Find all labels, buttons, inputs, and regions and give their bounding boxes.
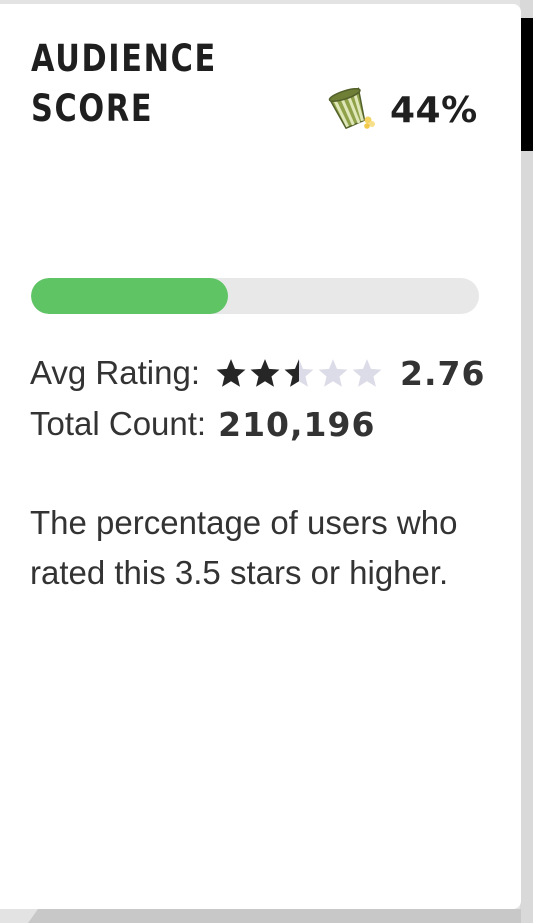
bottom-edge: [28, 909, 521, 923]
avg-rating-label: Avg Rating:: [30, 354, 200, 391]
page: AUDIENCE SCORE 44% Avg Rating: 2.76 Tota…: [0, 0, 533, 923]
star-icon: [216, 358, 246, 387]
star-icon: [352, 358, 382, 387]
spilled-popcorn-bucket-icon: [328, 87, 375, 130]
total-count-row: Total Count: 210,196: [30, 402, 375, 446]
score-progress-bar: [31, 278, 479, 314]
audience-score-title: AUDIENCE SCORE: [31, 34, 217, 134]
star-icon: [250, 358, 280, 387]
title-line-score: SCORE: [31, 87, 154, 130]
audience-score-card: AUDIENCE SCORE 44% Avg Rating: 2.76 Tota…: [0, 4, 521, 909]
total-count-value: 210,196: [218, 404, 376, 444]
star-rating: [214, 357, 384, 390]
avg-rating-row: Avg Rating: 2.76: [30, 351, 485, 395]
audience-score-value: 44%: [390, 90, 478, 131]
score-description: The percentage of users who rated this 3…: [30, 504, 458, 591]
avg-rating-value: 2.76: [400, 353, 486, 393]
star-icon: [284, 358, 314, 387]
star-icon: [318, 358, 348, 387]
total-count-label: Total Count:: [30, 405, 207, 442]
scrollbar-thumb[interactable]: [520, 18, 533, 151]
title-line-audience: AUDIENCE: [31, 37, 217, 80]
score-progress-fill: [31, 278, 229, 314]
